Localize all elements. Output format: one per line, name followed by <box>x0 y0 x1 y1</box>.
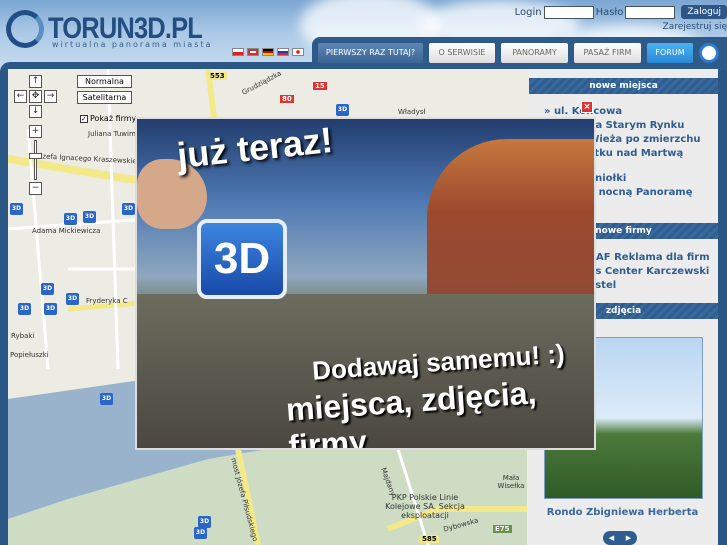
panorama-marker[interactable]: 3D <box>44 303 57 315</box>
popup-title: już teraz! <box>175 118 335 177</box>
street-label: Rybaki <box>11 332 35 340</box>
popup-close-button[interactable]: × <box>581 101 593 113</box>
panorama-marker[interactable]: 3D <box>66 293 79 305</box>
street-label: Adama Mickiewicza <box>32 227 101 235</box>
street-label: Juliana Tuwima <box>88 130 141 138</box>
pan-up-button[interactable]: ↑ <box>29 75 42 88</box>
map-type-satellite[interactable]: Satelitarna <box>77 91 132 104</box>
road-shield: 80 <box>280 95 294 103</box>
tagline: wirtualna panorama miasta <box>52 40 213 49</box>
popup-3d-logo: 3D <box>197 219 287 299</box>
zoom-out-button[interactable]: − <box>29 182 42 195</box>
language-flags <box>232 48 304 56</box>
pan-right-button[interactable]: → <box>44 90 57 103</box>
panorama-marker[interactable]: 3D <box>41 283 54 295</box>
register-link[interactable]: Zarejestruj się <box>663 22 727 32</box>
street-label: Popiełuszki <box>10 351 49 359</box>
password-input[interactable] <box>625 5 676 19</box>
nav-business[interactable]: PASAŻ FIRM <box>574 43 641 63</box>
pan-center-button[interactable]: ✥ <box>29 90 42 103</box>
nav-about[interactable]: O SERWISIE <box>429 43 495 63</box>
road-shield: E75 <box>493 525 512 533</box>
nav-forum[interactable]: FORUM <box>647 43 693 63</box>
panorama-marker[interactable]: 3D <box>336 104 349 116</box>
panorama-marker[interactable]: 3D <box>83 211 96 223</box>
road-shield: 553 <box>208 72 227 80</box>
logo-icon <box>6 10 44 48</box>
panorama-marker[interactable]: 3D <box>64 213 77 225</box>
road-shield: 15 <box>313 82 327 90</box>
nav-first-time[interactable]: PIERWSZY RAZ TUTAJ? <box>318 43 423 63</box>
next-arrow-icon[interactable]: ▶ <box>626 534 631 542</box>
panorama-marker[interactable]: 3D <box>10 203 23 215</box>
street-label: Fryderyka C <box>86 297 128 305</box>
prev-arrow-icon[interactable]: ◀ <box>609 534 614 542</box>
panorama-marker[interactable]: 3D <box>18 303 31 315</box>
flag-jp-icon[interactable] <box>292 48 304 56</box>
show-firms-toggle[interactable]: ✓ Pokaż firmy <box>80 114 136 123</box>
map-type-normal[interactable]: Normalna <box>77 75 132 88</box>
show-firms-checkbox[interactable]: ✓ <box>80 114 88 123</box>
street-label-wladyslawa: Władysł <box>398 108 426 116</box>
pan-down-button[interactable]: ↓ <box>29 105 42 118</box>
flag-ru-icon[interactable] <box>277 48 289 56</box>
zoom-slider-handle[interactable] <box>29 153 42 159</box>
panorama-marker[interactable]: 3D <box>122 203 135 215</box>
flag-pl-icon[interactable] <box>232 48 244 56</box>
road-shield: 585 <box>420 535 439 543</box>
nav-panoramas[interactable]: PANORAMY <box>501 43 568 63</box>
panorama-marker[interactable]: 3D <box>194 527 207 539</box>
photo-caption[interactable]: Rondo Zbigniewa Herberta <box>527 507 718 518</box>
main-nav: PIERWSZY RAZ TUTAJ? O SERWISIE PANORAMY … <box>312 37 727 70</box>
login-input[interactable] <box>543 5 594 19</box>
photo-pager: ◀ ▶ <box>603 531 637 545</box>
login-button[interactable]: Zaloguj <box>681 5 727 19</box>
popup-building-image <box>427 139 594 319</box>
refresh-icon[interactable] <box>699 43 719 63</box>
place-label: Mała Wisełka <box>497 474 525 490</box>
place-label: PKP Polskie Linie Kolejowe SA. Sekcja ek… <box>385 493 465 520</box>
panorama-marker[interactable]: 3D <box>100 393 113 405</box>
flag-en-icon[interactable] <box>247 48 259 56</box>
login-form: Login Hasło Zaloguj <box>515 5 727 19</box>
flag-de-icon[interactable] <box>262 48 274 56</box>
promo-popup: już teraz! 3D Dodawaj samemu! :) miejsca… <box>135 117 596 450</box>
login-label: Login <box>514 6 542 18</box>
zoom-slider[interactable] <box>34 140 37 180</box>
zoom-in-button[interactable]: + <box>29 125 42 138</box>
pan-left-button[interactable]: ← <box>14 90 27 103</box>
password-label: Hasło <box>595 6 624 18</box>
show-firms-label: Pokaż firmy <box>90 114 137 123</box>
new-places-header: nowe miejsca <box>529 78 718 94</box>
